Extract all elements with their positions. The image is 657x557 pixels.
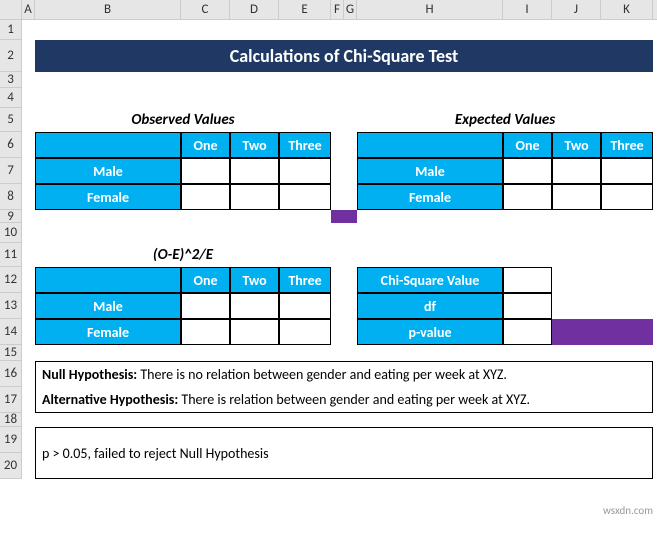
row-header-17[interactable]: 17 — [0, 387, 21, 413]
row-header-15[interactable]: 15 — [0, 345, 21, 361]
row-headers: 1234567891011121314151617181920 — [0, 20, 22, 479]
observed-row-male[interactable]: Male — [35, 158, 181, 184]
oe-title: (O-E)^2/E — [35, 243, 331, 267]
row-header-5[interactable]: 5 — [0, 108, 21, 132]
expected-cell[interactable] — [601, 184, 653, 210]
observed-topleft[interactable] — [35, 132, 181, 158]
stat-value-df[interactable] — [503, 293, 552, 319]
row-header-10[interactable]: 10 — [0, 223, 21, 243]
observed-col-two[interactable]: Two — [230, 132, 279, 158]
oe-cell[interactable] — [279, 293, 331, 319]
column-headers: ABCDEFGHIJK — [0, 0, 657, 20]
column-header-G[interactable]: G — [344, 0, 357, 19]
row-header-18[interactable]: 18 — [0, 413, 21, 427]
oe-cell[interactable] — [181, 293, 230, 319]
stat-label-p[interactable]: p-value — [357, 319, 503, 345]
observed-cell[interactable] — [230, 158, 279, 184]
purple-accent-1 — [331, 210, 357, 223]
oe-cell[interactable] — [230, 319, 279, 345]
oe-cell[interactable] — [230, 293, 279, 319]
expected-topleft[interactable] — [357, 132, 503, 158]
row-header-1[interactable]: 1 — [0, 20, 21, 40]
column-header-J[interactable]: J — [552, 0, 601, 19]
column-header-K[interactable]: K — [601, 0, 653, 19]
column-header-B[interactable]: B — [35, 0, 181, 19]
conclusion: p > 0.05, failed to reject Null Hypothes… — [35, 427, 653, 479]
row-header-6[interactable]: 6 — [0, 132, 21, 158]
row-header-2[interactable]: 2 — [0, 40, 21, 72]
row-header-4[interactable]: 4 — [0, 88, 21, 108]
row-header-3[interactable]: 3 — [0, 72, 21, 88]
row-header-11[interactable]: 11 — [0, 243, 21, 267]
observed-cell[interactable] — [230, 184, 279, 210]
oe-cell[interactable] — [279, 319, 331, 345]
row-header-19[interactable]: 19 — [0, 427, 21, 453]
oe-topleft[interactable] — [35, 267, 181, 293]
row-header-16[interactable]: 16 — [0, 361, 21, 387]
oe-row-female[interactable]: Female — [35, 319, 181, 345]
row-header-9[interactable]: 9 — [0, 210, 21, 223]
oe-col-two[interactable]: Two — [230, 267, 279, 293]
expected-cell[interactable] — [552, 158, 601, 184]
alternative-hypothesis: Alternative Hypothesis: There is relatio… — [35, 387, 653, 413]
oe-col-one[interactable]: One — [181, 267, 230, 293]
observed-cell[interactable] — [279, 184, 331, 210]
column-header-[interactable] — [0, 0, 22, 19]
expected-cell[interactable] — [503, 158, 552, 184]
expected-cell[interactable] — [552, 184, 601, 210]
stat-label-df[interactable]: df — [357, 293, 503, 319]
expected-cell[interactable] — [601, 158, 653, 184]
column-header-A[interactable]: A — [22, 0, 35, 19]
column-header-F[interactable]: F — [331, 0, 344, 19]
expected-title: Expected Values — [357, 108, 653, 132]
observed-cell[interactable] — [279, 158, 331, 184]
observed-row-female[interactable]: Female — [35, 184, 181, 210]
oe-row-male[interactable]: Male — [35, 293, 181, 319]
row-header-14[interactable]: 14 — [0, 319, 21, 345]
expected-row-male[interactable]: Male — [357, 158, 503, 184]
row-header-7[interactable]: 7 — [0, 158, 21, 184]
observed-cell[interactable] — [181, 184, 230, 210]
observed-cell[interactable] — [181, 158, 230, 184]
purple-accent-2 — [552, 319, 653, 345]
expected-col-two[interactable]: Two — [552, 132, 601, 158]
oe-col-three[interactable]: Three — [279, 267, 331, 293]
observed-col-one[interactable]: One — [181, 132, 230, 158]
expected-col-three[interactable]: Three — [601, 132, 653, 158]
oe-cell[interactable] — [181, 319, 230, 345]
expected-row-female[interactable]: Female — [357, 184, 503, 210]
column-header-I[interactable]: I — [503, 0, 552, 19]
stat-value-p[interactable] — [503, 319, 552, 345]
watermark: wsxdn.com — [603, 504, 653, 517]
page-title: Calculations of Chi-Square Test — [35, 40, 653, 72]
column-header-D[interactable]: D — [230, 0, 279, 19]
column-header-H[interactable]: H — [357, 0, 503, 19]
expected-col-one[interactable]: One — [503, 132, 552, 158]
row-header-20[interactable]: 20 — [0, 453, 21, 479]
null-hypothesis: Null Hypothesis: There is no relation be… — [35, 361, 653, 387]
row-header-13[interactable]: 13 — [0, 293, 21, 319]
column-header-C[interactable]: C — [181, 0, 230, 19]
expected-cell[interactable] — [503, 184, 552, 210]
row-header-12[interactable]: 12 — [0, 267, 21, 293]
row-header-8[interactable]: 8 — [0, 184, 21, 210]
spreadsheet: ABCDEFGHIJK 1234567891011121314151617181… — [0, 0, 657, 557]
observed-title: Observed Values — [35, 108, 331, 132]
stat-value-chi[interactable] — [503, 267, 552, 293]
column-header-E[interactable]: E — [279, 0, 331, 19]
observed-col-three[interactable]: Three — [279, 132, 331, 158]
stat-label-chi[interactable]: Chi-Square Value — [357, 267, 503, 293]
